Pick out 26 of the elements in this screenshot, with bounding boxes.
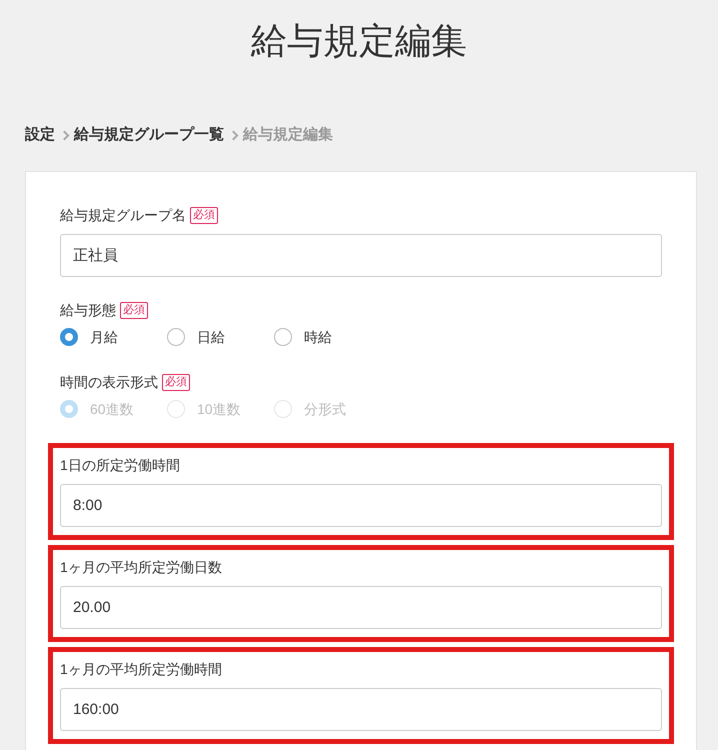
required-badge: 必須 bbox=[162, 374, 190, 390]
field-label: 1日の所定労働時間 bbox=[60, 456, 180, 474]
radio-button[interactable] bbox=[274, 328, 292, 346]
field-label: 1ヶ月の平均所定労働時間 bbox=[60, 660, 222, 678]
required-badge: 必須 bbox=[120, 302, 148, 318]
text-field[interactable]: 160:00 bbox=[60, 688, 662, 731]
page-title: 給与規定編集 bbox=[251, 19, 467, 63]
field-label: 給与規定グループ名 bbox=[60, 206, 186, 224]
radio-button[interactable] bbox=[167, 328, 185, 346]
field-label: 給与形態 bbox=[60, 300, 116, 320]
radio-button[interactable] bbox=[60, 328, 78, 346]
radio-label: 60進数 bbox=[90, 400, 134, 418]
text-field[interactable]: 正社員 bbox=[60, 234, 662, 277]
breadcrumb-link[interactable]: 設定 bbox=[25, 124, 55, 146]
breadcrumb-link[interactable]: 給与規定グループ一覧 bbox=[74, 124, 224, 146]
required-badge: 必須 bbox=[190, 206, 218, 224]
radio-label: 10進数 bbox=[197, 400, 241, 418]
breadcrumb-current: 給与規定編集 bbox=[243, 124, 333, 145]
field-label: 時間の表示形式 bbox=[60, 372, 158, 392]
radio-label: 分形式 bbox=[304, 400, 346, 418]
text-field[interactable]: 20.00 bbox=[60, 586, 662, 629]
field-label: 1ヶ月の平均所定労働日数 bbox=[60, 558, 222, 576]
radio-label: 月給 bbox=[90, 328, 118, 346]
text-field[interactable]: 8:00 bbox=[60, 484, 662, 527]
radio-label: 日給 bbox=[197, 328, 225, 346]
radio-label: 時給 bbox=[304, 328, 332, 346]
